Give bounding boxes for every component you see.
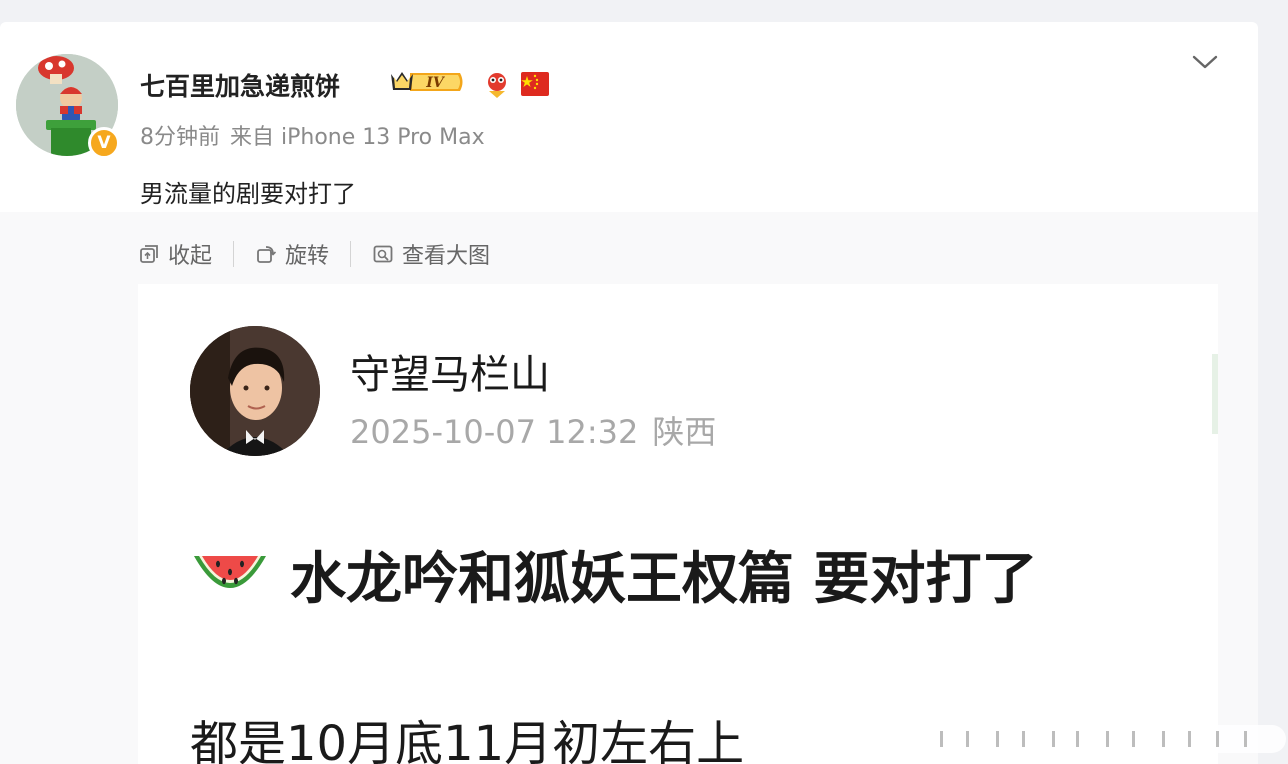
verified-badge: V xyxy=(88,127,120,159)
author-name[interactable]: 七百里加急递煎饼 xyxy=(140,67,340,103)
image-body: 都是10月底11月初左右上 xyxy=(190,716,745,764)
media-panel: 收起 旋转 查看大图 守望马栏山 2025-10-07 12:32 陕西 水龙吟… xyxy=(0,212,1258,764)
level-badge-text: IV xyxy=(425,75,446,91)
collapse-label: 收起 xyxy=(168,244,213,269)
collapse-icon xyxy=(140,245,158,263)
image-edge-stripe xyxy=(1212,354,1218,434)
image-headline: 水龙吟和狐妖王权篇 要对打了 xyxy=(290,547,1038,612)
post-source: 来自 iPhone 13 Pro Max xyxy=(230,125,485,150)
view-large-icon xyxy=(373,245,393,263)
image-meta: 2025-10-07 12:32 陕西 xyxy=(350,407,716,453)
post-text: 男流量的剧要对打了 xyxy=(140,180,356,208)
toolbar-divider xyxy=(233,241,235,267)
post-image[interactable]: 守望马栏山 2025-10-07 12:32 陕西 水龙吟和狐妖王权篇 要对打了 … xyxy=(138,284,1218,764)
rotate-button[interactable]: 旋转 xyxy=(255,238,329,270)
post-time[interactable]: 8分钟前 xyxy=(140,125,220,150)
view-large-label: 查看大图 xyxy=(402,244,491,269)
watermark xyxy=(926,725,1286,753)
rotate-label: 旋转 xyxy=(285,244,330,269)
rotate-icon xyxy=(257,246,277,263)
image-author-name: 守望马栏山 xyxy=(350,352,550,398)
china-flag-icon xyxy=(521,72,549,100)
toolbar-divider xyxy=(350,241,352,267)
chevron-down-icon[interactable] xyxy=(1192,53,1218,75)
crown-level-icon[interactable]: IV xyxy=(388,68,466,100)
collapse-button[interactable]: 收起 xyxy=(138,238,212,270)
image-author-avatar xyxy=(190,326,320,456)
view-large-button[interactable]: 查看大图 xyxy=(372,238,490,270)
feed-card: V 七百里加急递煎饼 IV 8分钟前 来自 iPhone 13 Pro Max … xyxy=(0,22,1258,764)
post-meta: 8分钟前 来自 iPhone 13 Pro Max xyxy=(140,119,485,151)
watermelon-icon xyxy=(190,548,270,612)
image-location: 陕西 xyxy=(652,413,717,451)
media-toolbar: 收起 旋转 查看大图 xyxy=(138,238,490,270)
mascot-icon xyxy=(483,71,511,103)
image-datetime: 2025-10-07 12:32 xyxy=(350,413,639,451)
